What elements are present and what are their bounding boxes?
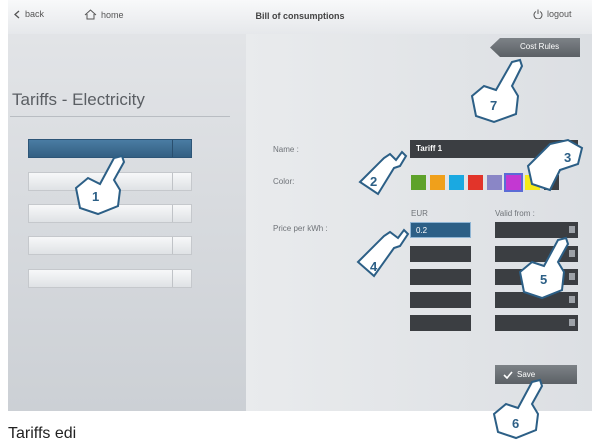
- callout-2: 2: [358, 150, 408, 196]
- price-field-2[interactable]: [410, 246, 471, 262]
- price-field-5[interactable]: [410, 315, 471, 331]
- color-swatch-1[interactable]: [411, 175, 426, 190]
- color-swatch-4[interactable]: [468, 175, 483, 190]
- color-swatch-5[interactable]: [487, 175, 502, 190]
- callout-6: 6: [492, 378, 544, 440]
- callout-3: 3: [526, 138, 584, 192]
- price-field-3[interactable]: [410, 269, 471, 285]
- callout-4-number: 4: [370, 259, 378, 274]
- callout-1: 1: [74, 154, 126, 216]
- callout-3-number: 3: [564, 150, 571, 165]
- top-bar: back home Bill of consumptions logout: [8, 0, 592, 35]
- name-label: Name :: [273, 145, 299, 154]
- section-heading: Tariffs - Electricity: [12, 90, 145, 109]
- power-icon: [533, 9, 543, 19]
- currency-label: EUR: [411, 209, 428, 218]
- callout-2-number: 2: [370, 174, 377, 189]
- callout-5-number: 5: [540, 272, 547, 287]
- color-swatch-3[interactable]: [449, 175, 464, 190]
- tariff-slot-5[interactable]: [28, 269, 192, 288]
- callout-6-number: 6: [512, 416, 519, 431]
- cost-rules-label: Cost Rules: [520, 42, 560, 51]
- callout-1-number: 1: [92, 189, 99, 204]
- heading-divider: [10, 116, 230, 117]
- price-field-4[interactable]: [410, 292, 471, 308]
- tariff-slot-4[interactable]: [28, 236, 192, 255]
- color-swatch-2[interactable]: [430, 175, 445, 190]
- logout-button[interactable]: logout: [533, 9, 572, 19]
- figure-caption: Tariffs edi: [8, 425, 77, 442]
- callout-5: 5: [518, 236, 570, 300]
- color-label: Color:: [273, 177, 295, 186]
- page-title: Bill of consumptions: [255, 11, 345, 21]
- valid-from-field-5[interactable]: [495, 315, 578, 331]
- color-swatch-6[interactable]: [504, 173, 523, 192]
- callout-7: 7: [470, 58, 524, 124]
- callout-4: 4: [356, 228, 410, 278]
- callout-7-number: 7: [490, 98, 497, 113]
- calendar-icon[interactable]: [569, 319, 575, 326]
- valid-from-label: Valid from :: [495, 209, 535, 218]
- logout-label: logout: [547, 9, 572, 19]
- price-label: Price per kWh :: [273, 224, 328, 233]
- price-field-1[interactable]: 0.2: [410, 222, 471, 238]
